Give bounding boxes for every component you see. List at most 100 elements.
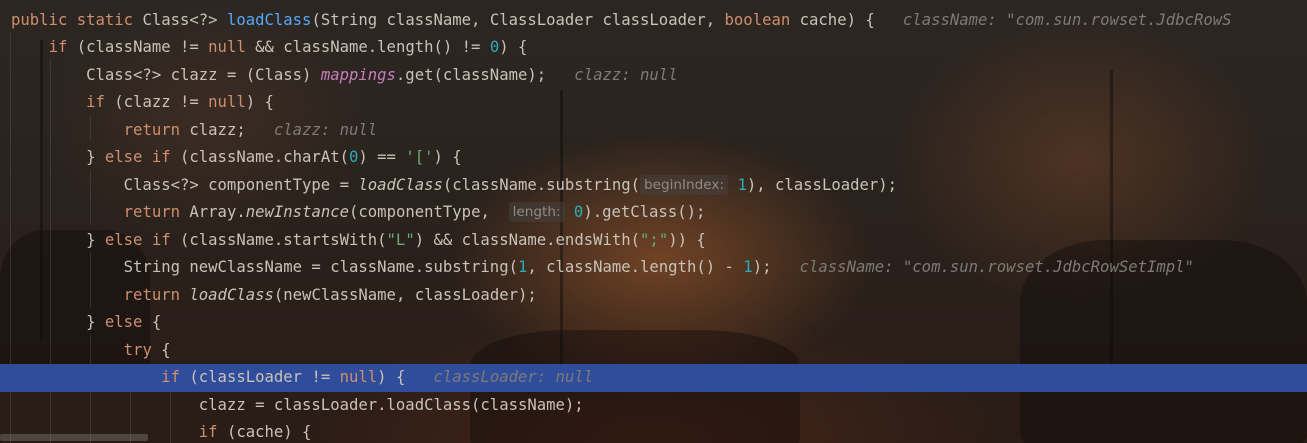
inline-debug-value: clazz: null [546,65,678,84]
code-line[interactable]: } else if (className.charAt(0) == '[') { [0,144,1307,172]
code-token: public static [11,10,143,29]
code-token: 1 [517,258,528,276]
code-token: else [104,313,152,331]
code-line[interactable]: } else if (className.startsWith("L") && … [0,227,1307,255]
code-token: try [123,340,162,359]
code-token: Class<?> componentType = [11,175,359,194]
code-token: ) { [433,148,462,166]
horizontal-scrollbar[interactable] [0,434,148,441]
code-token: if [161,368,190,386]
code-token: && className.length() != [255,38,490,56]
code-token: else if [104,230,180,249]
code-line[interactable]: Class<?> componentType = loadClass(class… [0,172,1307,200]
code-line-content: if (className != null && className.lengt… [0,38,528,56]
code-token: if [48,38,77,56]
code-line[interactable]: Class<?> clazz = (Class) mappings.get(cl… [0,62,1307,90]
code-line[interactable]: return clazz; clazz: null [0,117,1307,145]
code-token: cache) { [799,10,875,29]
code-token: Array. [189,203,246,221]
code-token: 1 [743,258,753,276]
code-token: newInstance [245,203,350,221]
code-token: if [86,93,115,111]
code-token: (clazz != [114,93,209,111]
code-line[interactable]: return Array.newInstance(componentType, … [0,199,1307,227]
code-line[interactable]: try { [0,337,1307,365]
code-token: String newClassName = className.substrin… [11,258,518,276]
code-token: null [208,38,256,56]
code-line[interactable]: return loadClass(newClassName, classLoad… [0,282,1307,310]
code-line[interactable]: } else { [0,309,1307,337]
code-token: (cache) { [226,423,312,441]
code-token: ) == [358,148,406,166]
code-line-content: if (clazz != null) { [0,93,274,111]
code-token: if [198,423,227,441]
code-token: { [161,340,171,359]
code-token: else if [104,148,180,166]
execution-point-line[interactable]: if (classLoader != null) { classLoader: … [0,364,1307,392]
code-token: boolean [724,10,800,29]
code-token: loadClass [189,285,274,304]
code-token: ) { [377,368,406,386]
code-token: ";" [640,230,669,249]
code-token: (className.startsWith( [180,230,387,249]
code-line-content: Class<?> componentType = loadClass(class… [0,174,898,195]
code-line-content: } else if (className.startsWith("L") && … [0,231,706,249]
code-token: clazz; [189,120,246,139]
code-line[interactable]: public static Class<?> loadClass(String … [0,7,1307,35]
code-editor[interactable]: public static Class<?> loadClass(String … [0,0,1307,443]
code-line-content: if (classLoader != null) { classLoader: … [0,368,593,386]
parameter-name-hint: beginIndex: [640,174,729,195]
code-token: loadClass [226,10,312,29]
code-token: loadClass [358,175,443,194]
code-line[interactable]: if (cache) { [0,419,1307,443]
code-token: 0 [349,148,359,166]
code-token: ) { [499,38,528,56]
code-token: (componentType, [349,203,509,221]
code-token: (newClassName, classLoader); [273,285,537,304]
code-token: , className.length() - [527,258,744,276]
code-token: Class<?> clazz = (Class) [11,65,321,84]
code-token: (className != [76,38,209,56]
code-line-content: Class<?> clazz = (Class) mappings.get(cl… [0,65,678,84]
inline-debug-value: clazz: null [245,120,378,139]
inline-debug-value: classLoader: null [405,368,594,386]
code-token: clazz = classLoader.loadClass(className)… [11,395,584,414]
inline-debug-value: className: "com.sun.rowset.JdbcRowS [874,10,1232,29]
code-line-content: public static Class<?> loadClass(String … [0,11,1232,29]
code-line-content: } else { [0,313,161,331]
code-line[interactable]: String newClassName = className.substrin… [0,254,1307,282]
code-token: (classLoader != [189,368,340,386]
code-line-content: String newClassName = className.substrin… [0,258,1194,276]
code-token: '[' [405,148,434,166]
code-token: null [208,93,246,111]
code-token: ).getClass(); [583,203,706,221]
code-token: null [339,368,378,386]
code-line[interactable]: if (clazz != null) { [0,89,1307,117]
code-token: return [123,203,190,221]
code-token: mappings [320,65,396,84]
code-line-content: try { [0,341,171,359]
code-line-content: return clazz; clazz: null [0,120,378,139]
code-token: } [11,230,105,249]
code-token: 0 [564,203,584,221]
code-token: ), classLoader); [746,175,898,194]
code-token: return [123,120,190,139]
code-token: return [123,285,190,304]
code-line[interactable]: if (className != null && className.lengt… [0,34,1307,62]
code-token: )) { [668,230,706,249]
code-token: 0 [489,38,500,56]
code-line[interactable]: clazz = classLoader.loadClass(className)… [0,392,1307,420]
code-token: ) && className.endsWith( [414,230,641,249]
code-token: ); [752,258,772,276]
code-token: "L" [386,230,415,249]
code-token: ) { [245,93,274,111]
code-line-content: return Array.newInstance(componentType, … [0,202,706,222]
code-line-content: } else if (className.charAt(0) == '[') { [0,148,462,166]
code-token: { [151,313,162,331]
